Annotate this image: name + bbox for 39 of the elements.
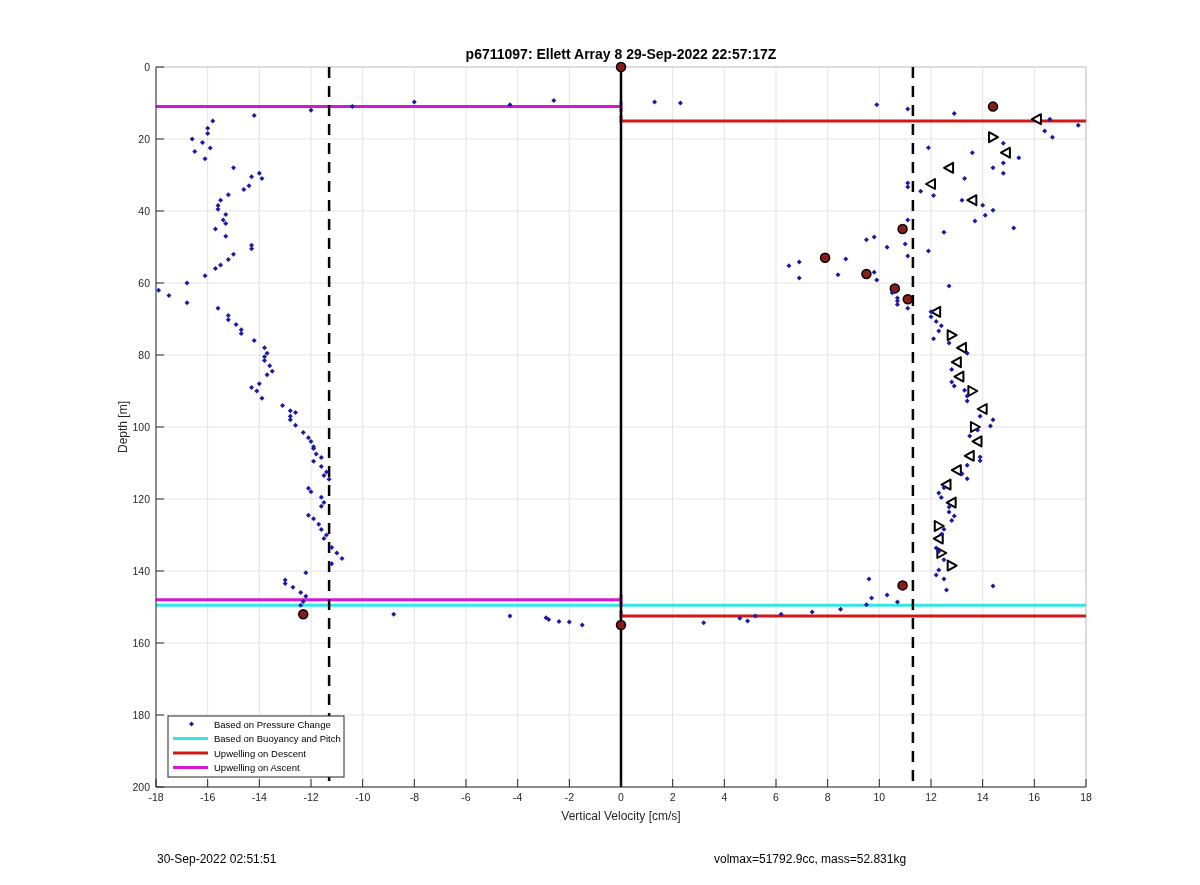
x-tick-label: 2 [669,791,676,803]
legend-label: Based on Buoyancy and Pitch [214,733,341,744]
y-tick-label: 80 [138,349,150,361]
x-tick-label: 12 [925,791,937,803]
timestamp: 30-Sep-2022 02:51:51 [157,852,278,866]
x-tick-label: 6 [773,791,779,803]
x-tick-label: -18 [148,791,164,803]
y-tick-label: 20 [138,133,150,145]
legend-label: Upwelling on Descent [214,747,306,759]
x-tick-label: -8 [409,791,419,803]
x-tick-label: -6 [461,791,471,803]
x-tick-label: -16 [200,791,216,803]
x-axis-label: Vertical Velocity [cm/s] [561,809,681,823]
x-tick-label: 8 [824,791,831,803]
chart-title: p6711097: Ellett Array 8 29-Sep-2022 22:57:17Z [465,46,777,62]
y-tick-label: 160 [132,637,150,649]
x-tick-label: 0 [618,791,624,803]
y-tick-label: 100 [132,421,150,433]
y-tick-label: 120 [132,493,150,505]
x-tick-label: 14 [976,791,989,803]
x-tick-label: -12 [303,791,319,803]
x-tick-label: -14 [251,791,267,803]
x-tick-label: -10 [355,791,371,803]
x-tick-label: -2 [564,791,574,803]
legend-label: Upwelling on Ascent [214,762,300,773]
legend-label: Based on Pressure Change [214,718,331,730]
y-tick-label: 40 [138,205,150,217]
x-tick-label: 18 [1080,791,1092,803]
x-tick-label: -4 [513,791,523,803]
y-tick-label: 0 [144,61,150,73]
x-tick-label: 4 [721,791,728,803]
y-tick-label: 200 [132,781,150,793]
y-tick-label: 60 [138,277,150,289]
y-tick-label: 140 [132,565,150,577]
x-tick-label: 10 [873,791,886,803]
y-axis-label: Depth [m] [116,401,130,453]
x-tick-label: 16 [1028,791,1041,803]
summary-text: volmax=51792.9cc, mass=52.831kg [714,852,908,866]
y-tick-label: 180 [132,709,150,721]
